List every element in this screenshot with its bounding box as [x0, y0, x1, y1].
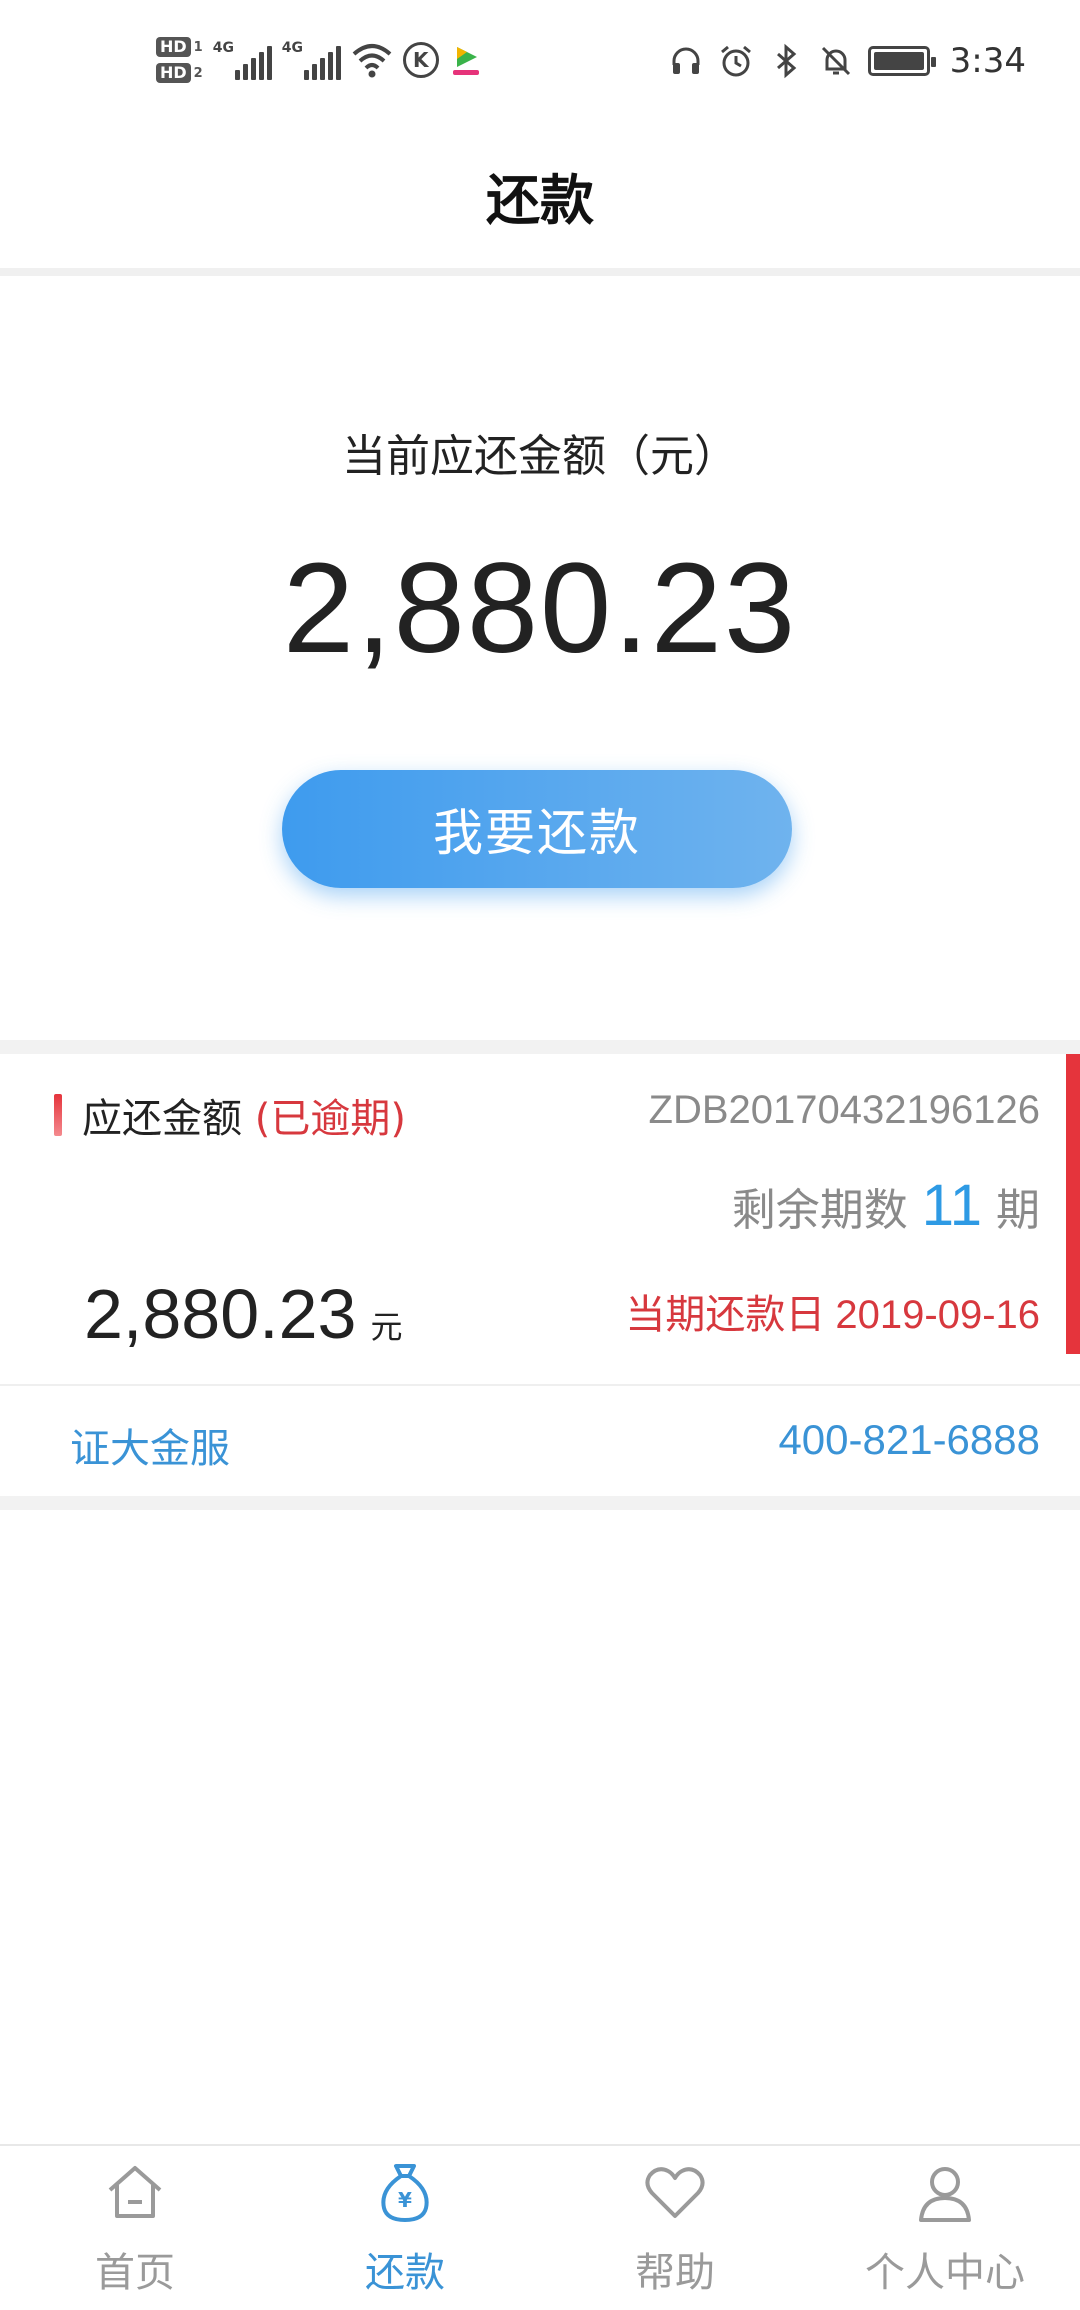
loan-amount: 2,880.23 元 — [84, 1275, 403, 1353]
page-title: 还款 — [486, 168, 594, 232]
signal-icon-1: 4G — [213, 40, 272, 80]
hd2-indicator: HD 2 — [156, 63, 203, 83]
tab-repay[interactable]: ¥ 还款 — [270, 2146, 540, 2310]
money-bag-icon: ¥ — [381, 2164, 429, 2222]
wifi-icon — [352, 44, 392, 78]
hd-indicators: HD 1 HD 2 — [156, 37, 203, 83]
app-header: 还款 — [0, 120, 1080, 270]
contract-number: ZDB20170432196126 — [648, 1088, 1040, 1132]
battery-icon — [867, 46, 936, 76]
bottom-tab-bar: 首页 ¥ 还款 帮助 个人中心 — [0, 2144, 1080, 2310]
loan-card[interactable]: 应还金额 (已逾期) ZDB20170432196126 剩余期数 11 期 2… — [0, 1054, 1080, 1384]
title-marker — [54, 1094, 62, 1136]
tab-home-label: 首页 — [95, 2250, 175, 2296]
tab-help-label: 帮助 — [635, 2250, 715, 2296]
alarm-icon — [720, 45, 751, 77]
overdue-accent-stripe — [1066, 1054, 1080, 1354]
tab-home[interactable]: 首页 — [0, 2146, 270, 2310]
loan-card-title: 应还金额 (已逾期) — [82, 1096, 406, 1142]
repay-button[interactable]: 我要还款 — [282, 770, 792, 888]
status-bar: HD 1 HD 2 4G 4G K 3:34 — [0, 0, 1080, 120]
overdue-tag: (已逾期) — [254, 1096, 406, 1142]
section-divider — [0, 1040, 1080, 1054]
remaining-count: 11 — [921, 1173, 982, 1238]
signal-icon-2: 4G — [282, 40, 341, 80]
header-divider — [0, 268, 1080, 276]
lender-info-row: 证大金服 400-821-6888 — [0, 1386, 1080, 1496]
current-due-amount: 2,880.23 — [282, 537, 798, 680]
svg-text:¥: ¥ — [398, 2188, 412, 2212]
user-icon — [919, 2167, 971, 2222]
remaining-periods: 剩余期数 11 期 — [732, 1172, 1040, 1239]
tab-profile-label: 个人中心 — [865, 2250, 1025, 2296]
due-date-row: 当期还款日 2019-09-16 — [625, 1282, 1040, 1340]
headphones-icon — [672, 47, 700, 74]
home-icon — [108, 2166, 162, 2218]
k-app-icon: K — [402, 42, 439, 78]
status-left-group: HD 1 HD 2 4G 4G K — [156, 30, 483, 90]
remaining-label: 剩余期数 — [731, 1185, 908, 1236]
due-date: 2019-09-16 — [835, 1293, 1040, 1337]
clock: 3:34 — [949, 41, 1026, 81]
heart-icon — [645, 2167, 705, 2218]
section-divider-bottom — [0, 1496, 1080, 1510]
bluetooth-icon — [776, 43, 796, 79]
current-due-label: 当前应还金额（元） — [342, 431, 738, 482]
due-label: 当期还款日 — [625, 1292, 826, 1338]
lender-name: 证大金服 — [70, 1426, 230, 1472]
lender-phone-link[interactable]: 400-821-6888 — [778, 1416, 1040, 1464]
remaining-unit: 期 — [996, 1185, 1040, 1236]
tab-profile[interactable]: 个人中心 — [810, 2146, 1080, 2310]
video-app-icon — [452, 47, 479, 75]
amount-unit: 元 — [370, 1309, 403, 1345]
tab-help[interactable]: 帮助 — [540, 2146, 810, 2310]
tab-repay-label: 还款 — [365, 2250, 445, 2296]
hd1-indicator: HD 1 — [156, 37, 203, 57]
status-right-group: 3:34 — [668, 36, 1026, 86]
mute-bell-icon — [821, 46, 850, 76]
